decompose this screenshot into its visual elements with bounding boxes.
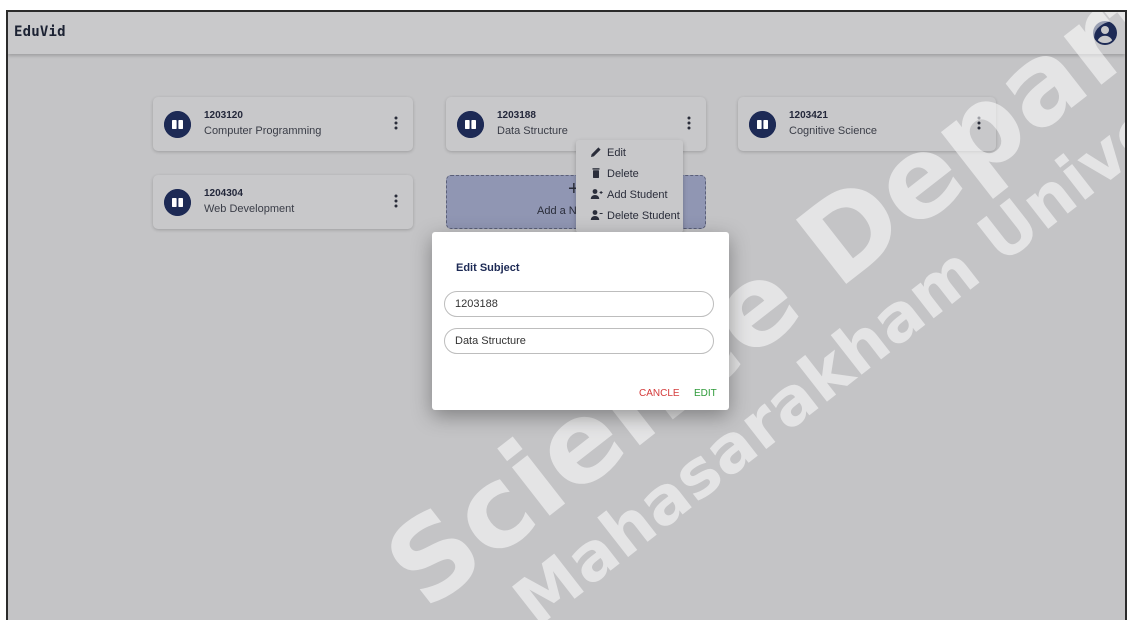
book-icon xyxy=(749,111,776,138)
subject-name: Web Development xyxy=(204,203,295,215)
edit-button[interactable]: EDIT xyxy=(694,388,717,399)
subject-code-input[interactable] xyxy=(444,291,714,317)
kebab-menu-icon[interactable] xyxy=(684,115,694,131)
account-circle-icon[interactable] xyxy=(1093,21,1117,45)
subject-name: Computer Programming xyxy=(204,125,322,137)
trash-icon xyxy=(592,168,600,178)
menu-item-label: Delete Student xyxy=(607,210,680,222)
subject-code: 1203188 xyxy=(497,110,536,121)
subject-card[interactable]: 1203120 Computer Programming xyxy=(153,97,413,151)
subject-card[interactable]: 1203421 Cognitive Science xyxy=(738,97,996,151)
menu-item-delete-student[interactable]: Delete Student xyxy=(576,206,683,226)
menu-item-add-student[interactable]: Add Student xyxy=(576,185,683,205)
cancel-button[interactable]: CANCLE xyxy=(639,388,680,399)
subject-name-input[interactable] xyxy=(444,328,714,354)
book-icon xyxy=(457,111,484,138)
kebab-menu-icon[interactable] xyxy=(974,115,984,131)
app-bar: EduVid xyxy=(8,12,1125,54)
subject-card[interactable]: 1204304 Web Development xyxy=(153,175,413,229)
subject-context-menu: Edit Delete Add Student Delete Student xyxy=(576,140,683,233)
subject-code: 1203421 xyxy=(789,110,828,121)
book-icon xyxy=(164,189,191,216)
app-window: EduVid 1203120 Computer Programming 1203… xyxy=(6,10,1127,620)
menu-item-label: Edit xyxy=(607,147,626,159)
person-add-icon xyxy=(590,189,603,199)
menu-item-edit[interactable]: Edit xyxy=(576,143,683,163)
dialog-title: Edit Subject xyxy=(456,262,520,274)
kebab-menu-icon[interactable] xyxy=(391,115,401,131)
subject-code: 1203120 xyxy=(204,110,243,121)
book-icon xyxy=(164,111,191,138)
subject-name: Data Structure xyxy=(497,125,568,137)
person-remove-icon xyxy=(590,210,603,220)
menu-item-label: Delete xyxy=(607,168,639,180)
edit-subject-dialog: Edit Subject CANCLE EDIT xyxy=(432,232,729,410)
subject-name: Cognitive Science xyxy=(789,125,878,137)
kebab-menu-icon[interactable] xyxy=(391,193,401,209)
menu-item-label: Add Student xyxy=(607,189,668,201)
app-brand[interactable]: EduVid xyxy=(14,24,66,40)
pencil-icon xyxy=(591,147,601,157)
subject-code: 1204304 xyxy=(204,188,243,199)
menu-item-delete[interactable]: Delete xyxy=(576,164,683,184)
